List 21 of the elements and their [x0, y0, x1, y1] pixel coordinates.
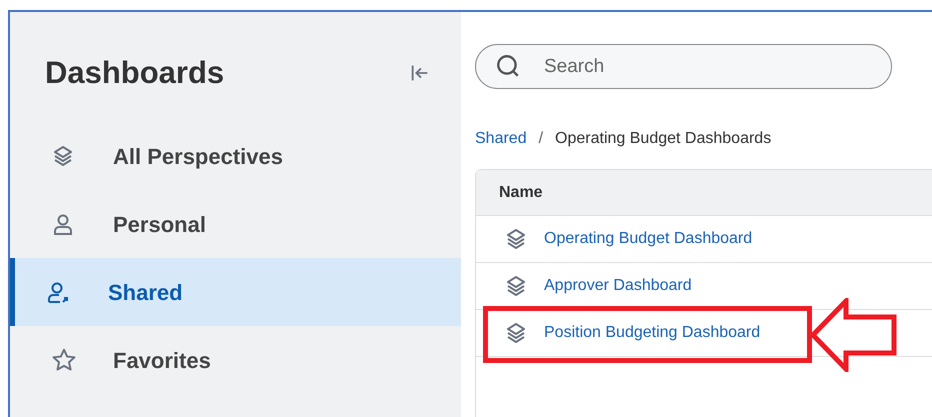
- breadcrumb-current: Operating Budget Dashboards: [555, 129, 772, 149]
- layers-icon: [504, 274, 528, 298]
- sidebar-title: Dashboards: [45, 54, 224, 92]
- sidebar-item[interactable]: Personal: [10, 190, 461, 258]
- shared-person-icon: [46, 280, 70, 304]
- search-field[interactable]: Search: [475, 44, 892, 89]
- layers-icon: [504, 321, 528, 345]
- star-icon: [51, 347, 77, 373]
- sidebar-item[interactable]: All Perspectives: [10, 122, 461, 190]
- sidebar-item[interactable]: Shared: [10, 258, 461, 326]
- sidebar-item[interactable]: Favorites: [10, 326, 461, 394]
- breadcrumb-separator: /: [538, 129, 544, 149]
- layers-icon: [51, 144, 75, 168]
- dashboard-link[interactable]: Operating Budget Dashboard: [544, 227, 752, 251]
- dashboard-link[interactable]: Approver Dashboard: [544, 274, 692, 298]
- column-header: Name: [499, 182, 543, 202]
- dashboard-link[interactable]: Position Budgeting Dashboard: [544, 321, 760, 345]
- person-icon: [51, 212, 75, 236]
- breadcrumb-link[interactable]: Shared: [475, 127, 527, 151]
- search-icon: [495, 53, 521, 79]
- layers-icon: [504, 227, 528, 251]
